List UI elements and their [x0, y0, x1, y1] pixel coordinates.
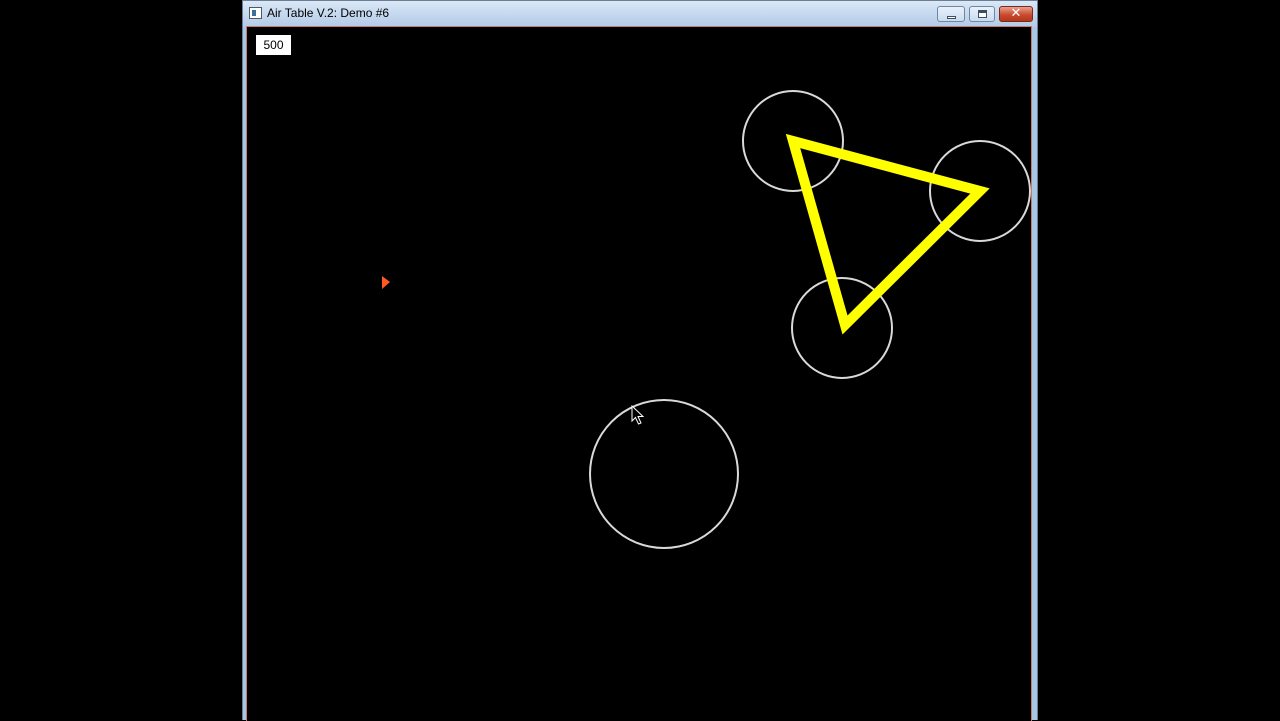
mouse-pointer-icon [631, 404, 645, 425]
maximize-icon [977, 10, 987, 18]
title-bar[interactable]: Air Table V.2: Demo #6 ✕ [243, 1, 1037, 27]
red-marker-icon [382, 276, 390, 289]
puck-circle-large [589, 399, 739, 549]
score-display: 500 [256, 35, 291, 55]
app-window-icon[interactable] [249, 7, 262, 19]
maximize-button[interactable] [969, 6, 995, 22]
scene-svg [382, 90, 1031, 549]
app-window: Air Table V.2: Demo #6 ✕ 500 [242, 0, 1038, 721]
minimize-button[interactable] [937, 6, 965, 22]
game-canvas[interactable]: 500 [246, 26, 1032, 721]
close-button[interactable]: ✕ [999, 6, 1033, 22]
close-icon: ✕ [1010, 6, 1022, 21]
window-title: Air Table V.2: Demo #6 [267, 6, 390, 20]
minimize-icon [946, 15, 956, 19]
